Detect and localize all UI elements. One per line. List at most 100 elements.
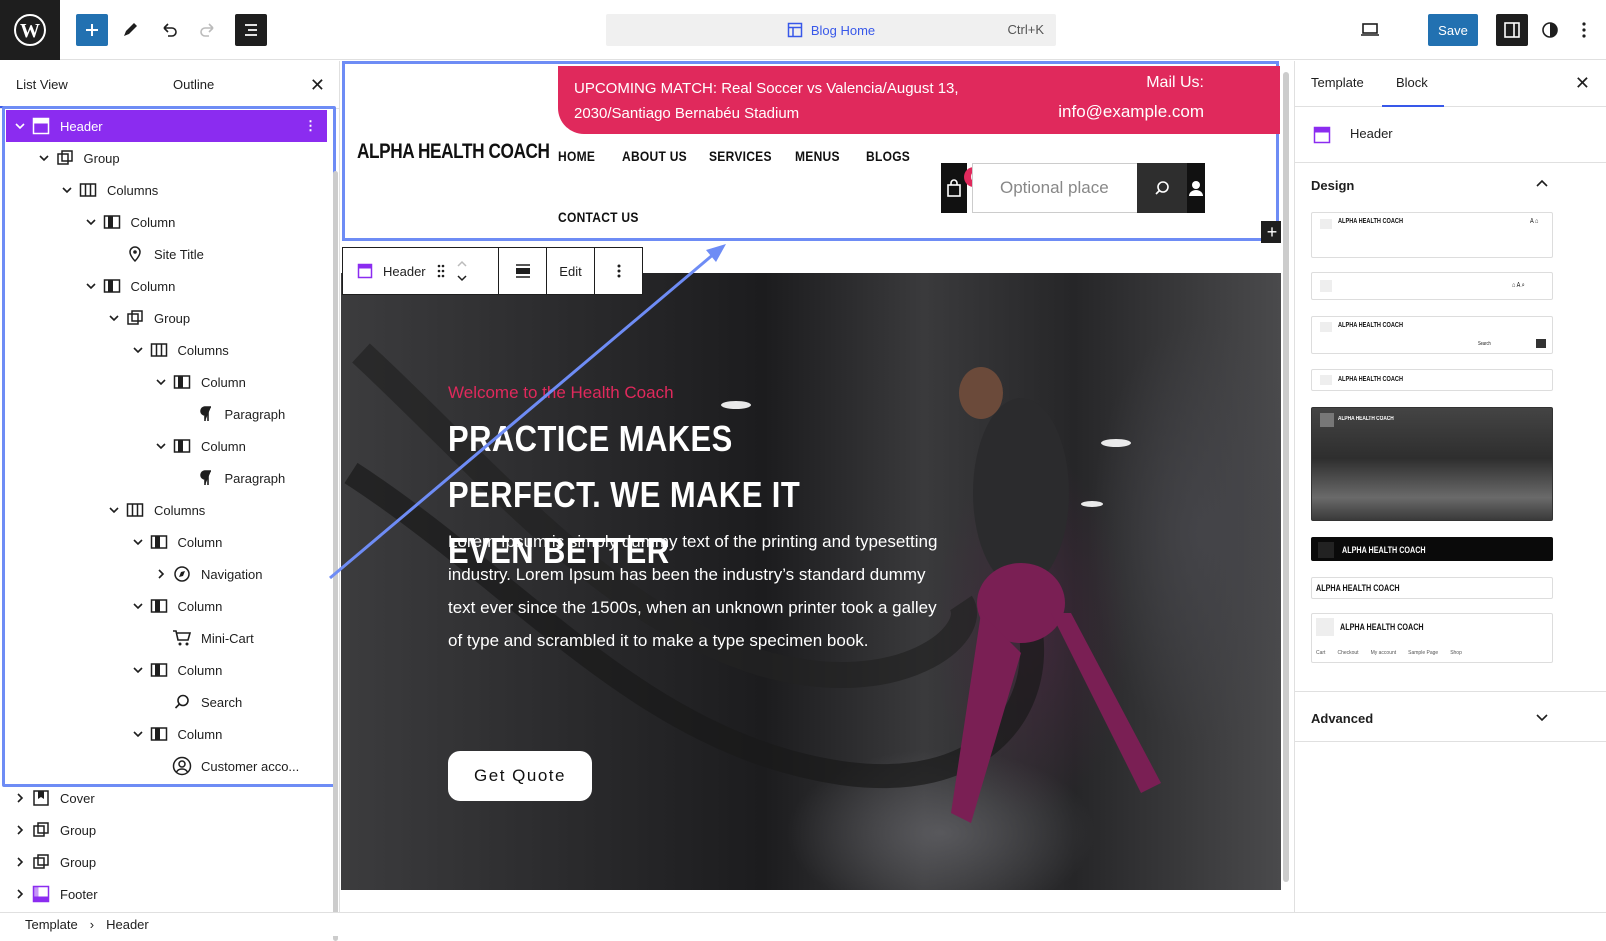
close-icon[interactable]: ✕ xyxy=(1575,73,1590,94)
chevron-right-icon[interactable] xyxy=(14,824,26,836)
get-quote-button[interactable]: Get Quote xyxy=(448,751,592,801)
header-pattern-option[interactable]: ALPHA HEALTH COACH xyxy=(1311,369,1553,391)
chevron-down-icon[interactable] xyxy=(85,280,97,292)
tree-item[interactable]: Column xyxy=(0,590,340,622)
design-section-title[interactable]: Design xyxy=(1311,178,1354,193)
nav-item-services[interactable]: SERVICES xyxy=(709,148,772,164)
tree-item[interactable]: Group xyxy=(0,142,340,174)
header-pattern-option[interactable]: ALPHA HEALTH COACH xyxy=(1311,407,1553,521)
tree-item[interactable]: Cover xyxy=(0,782,340,814)
undo-button[interactable] xyxy=(153,14,185,46)
tab-list-view[interactable]: List View xyxy=(0,77,142,108)
mini-cart-button[interactable] xyxy=(941,163,967,213)
header-pattern-option[interactable]: ALPHA HEALTH COACH Search xyxy=(1311,316,1553,354)
chevron-down-icon[interactable] xyxy=(38,152,50,164)
tab-template[interactable]: Template xyxy=(1311,75,1364,90)
tree-item[interactable]: Columns xyxy=(0,174,340,206)
nav-item-home[interactable]: HOME xyxy=(558,148,595,164)
hero-paragraph[interactable]: Lorem Ipsum is simply dummy text of the … xyxy=(448,525,948,657)
header-pattern-option[interactable]: ⌂ A ⌕ xyxy=(1311,272,1553,300)
chevron-down-icon[interactable] xyxy=(132,600,144,612)
match-paragraph[interactable]: UPCOMING MATCH: Real Soccer vs Valencia/… xyxy=(574,76,974,126)
tree-item[interactable]: Paragraph xyxy=(0,398,340,430)
header-pattern-option[interactable]: ALPHA HEALTH COACH Cart Checkout My acco… xyxy=(1311,613,1553,663)
cover-block[interactable]: Welcome to the Health Coach PRACTICE MAK… xyxy=(341,273,1281,890)
block-options-button[interactable] xyxy=(595,248,642,294)
tree-item[interactable]: Column xyxy=(0,366,340,398)
tree-item[interactable]: Mini-Cart xyxy=(0,622,340,654)
customer-account-button[interactable] xyxy=(1187,163,1205,213)
tab-outline[interactable]: Outline xyxy=(173,77,214,92)
header-pattern-option[interactable]: ALPHA HEALTH COACH A ⌂ xyxy=(1311,212,1553,258)
block-switcher[interactable]: Header xyxy=(343,248,499,294)
breadcrumb-header[interactable]: Header xyxy=(106,917,149,932)
tree-item[interactable]: Customer acco... xyxy=(0,750,340,782)
tree-item[interactable]: Group xyxy=(0,846,340,878)
align-button[interactable] xyxy=(499,248,547,294)
chevron-down-icon[interactable] xyxy=(61,184,73,196)
tools-button[interactable] xyxy=(114,14,146,46)
tree-item[interactable]: Group xyxy=(0,814,340,846)
nav-item-about[interactable]: ABOUT US xyxy=(622,148,687,164)
chevron-up-icon[interactable] xyxy=(1535,178,1549,188)
tree-item[interactable]: Column xyxy=(0,654,340,686)
add-block-inline-button[interactable]: + xyxy=(1261,221,1281,243)
tree-item[interactable]: Group xyxy=(0,302,340,334)
settings-toggle-button[interactable] xyxy=(1496,14,1528,46)
tree-item[interactable]: Column xyxy=(0,718,340,750)
more-vertical-icon[interactable]: ⋮ xyxy=(304,118,317,134)
redo-button[interactable] xyxy=(192,14,224,46)
device-preview-button[interactable] xyxy=(1354,14,1386,46)
header-block[interactable]: ALPHA HEALTH COACH UPCOMING MATCH: Real … xyxy=(342,61,1281,243)
tree-item[interactable]: Column xyxy=(0,206,340,238)
tree-item[interactable]: Site Title xyxy=(0,238,340,270)
tree-item[interactable]: Column xyxy=(0,430,340,462)
tree-item[interactable]: Search xyxy=(0,686,340,718)
scrollbar[interactable] xyxy=(1283,72,1289,882)
options-button[interactable] xyxy=(1568,14,1600,46)
close-icon[interactable]: ✕ xyxy=(310,75,325,96)
chevron-down-icon[interactable] xyxy=(108,504,120,516)
chevron-down-icon[interactable] xyxy=(85,216,97,228)
breadcrumb-template[interactable]: Template xyxy=(25,917,78,932)
chevron-down-icon[interactable] xyxy=(155,440,167,452)
drag-handle-icon[interactable] xyxy=(436,263,446,279)
chevron-down-icon[interactable] xyxy=(132,664,144,676)
search-input[interactable]: Optional place xyxy=(972,163,1138,213)
add-block-button[interactable] xyxy=(76,14,108,46)
chevron-down-icon[interactable] xyxy=(1535,713,1549,723)
edit-button[interactable]: Edit xyxy=(547,248,595,294)
tree-item[interactable]: Navigation xyxy=(0,558,340,590)
tree-item[interactable]: Paragraph xyxy=(0,462,340,494)
header-pattern-option[interactable]: ALPHA HEALTH COACH xyxy=(1311,537,1553,561)
chevron-right-icon[interactable] xyxy=(14,856,26,868)
chevron-down-icon[interactable] xyxy=(132,344,144,356)
chevron-down-icon[interactable] xyxy=(132,728,144,740)
wordpress-logo-button[interactable]: W xyxy=(0,0,60,60)
styles-button[interactable] xyxy=(1534,14,1566,46)
advanced-section-title[interactable]: Advanced xyxy=(1311,711,1373,726)
tree-item[interactable]: Column xyxy=(0,526,340,558)
nav-item-contact[interactable]: CONTACT US xyxy=(558,209,639,225)
mail-value[interactable]: info@example.com xyxy=(1058,102,1204,122)
chevron-down-icon[interactable] xyxy=(14,120,26,132)
chevron-down-icon[interactable] xyxy=(155,376,167,388)
tree-item[interactable]: Header ⋮ xyxy=(6,110,327,142)
tree-item[interactable]: Column xyxy=(0,270,340,302)
site-title[interactable]: ALPHA HEALTH COACH xyxy=(357,140,550,164)
tree-item[interactable]: Columns xyxy=(0,494,340,526)
tab-block[interactable]: Block xyxy=(1382,75,1444,107)
move-up-down-icon[interactable] xyxy=(456,260,468,282)
chevron-down-icon[interactable] xyxy=(108,312,120,324)
nav-item-blogs[interactable]: BLOGS xyxy=(866,148,910,164)
header-pattern-option[interactable]: ALPHA HEALTH COACH xyxy=(1311,577,1553,599)
save-button[interactable]: Save xyxy=(1428,14,1478,46)
chevron-right-icon[interactable] xyxy=(155,568,167,580)
nav-item-menus[interactable]: MENUS xyxy=(795,148,840,164)
chevron-right-icon[interactable] xyxy=(14,888,26,900)
command-palette-bar[interactable]: Blog Home Ctrl+K xyxy=(606,14,1056,46)
hero-welcome-text[interactable]: Welcome to the Health Coach xyxy=(448,383,674,403)
scrollbar[interactable] xyxy=(333,171,338,941)
tree-item[interactable]: Columns xyxy=(0,334,340,366)
chevron-right-icon[interactable] xyxy=(14,792,26,804)
